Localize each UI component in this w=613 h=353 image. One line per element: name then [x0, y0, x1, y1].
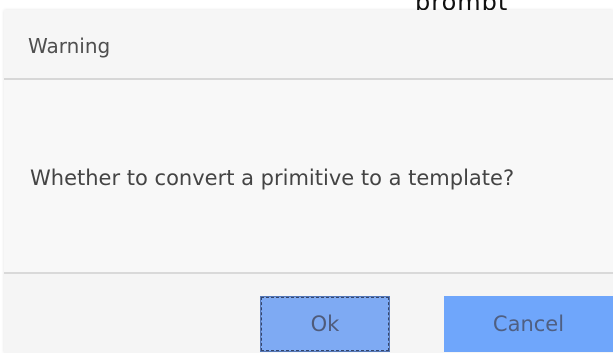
dialog-header: Warning [4, 10, 613, 80]
top-partial-text-strip: prompt [0, 0, 613, 10]
top-partial-text: prompt [415, 0, 508, 10]
dialog-message: Whether to convert a primitive to a temp… [30, 166, 515, 190]
screen: prompt Warning Whether to convert a prim… [0, 0, 613, 353]
dialog-body: Whether to convert a primitive to a temp… [4, 80, 613, 274]
dialog-footer: Ok Cancel [4, 274, 613, 353]
dialog-title: Warning [28, 34, 111, 58]
cancel-button[interactable]: Cancel [444, 296, 613, 352]
warning-dialog: Warning Whether to convert a primitive t… [4, 10, 613, 353]
ok-button[interactable]: Ok [260, 296, 390, 352]
